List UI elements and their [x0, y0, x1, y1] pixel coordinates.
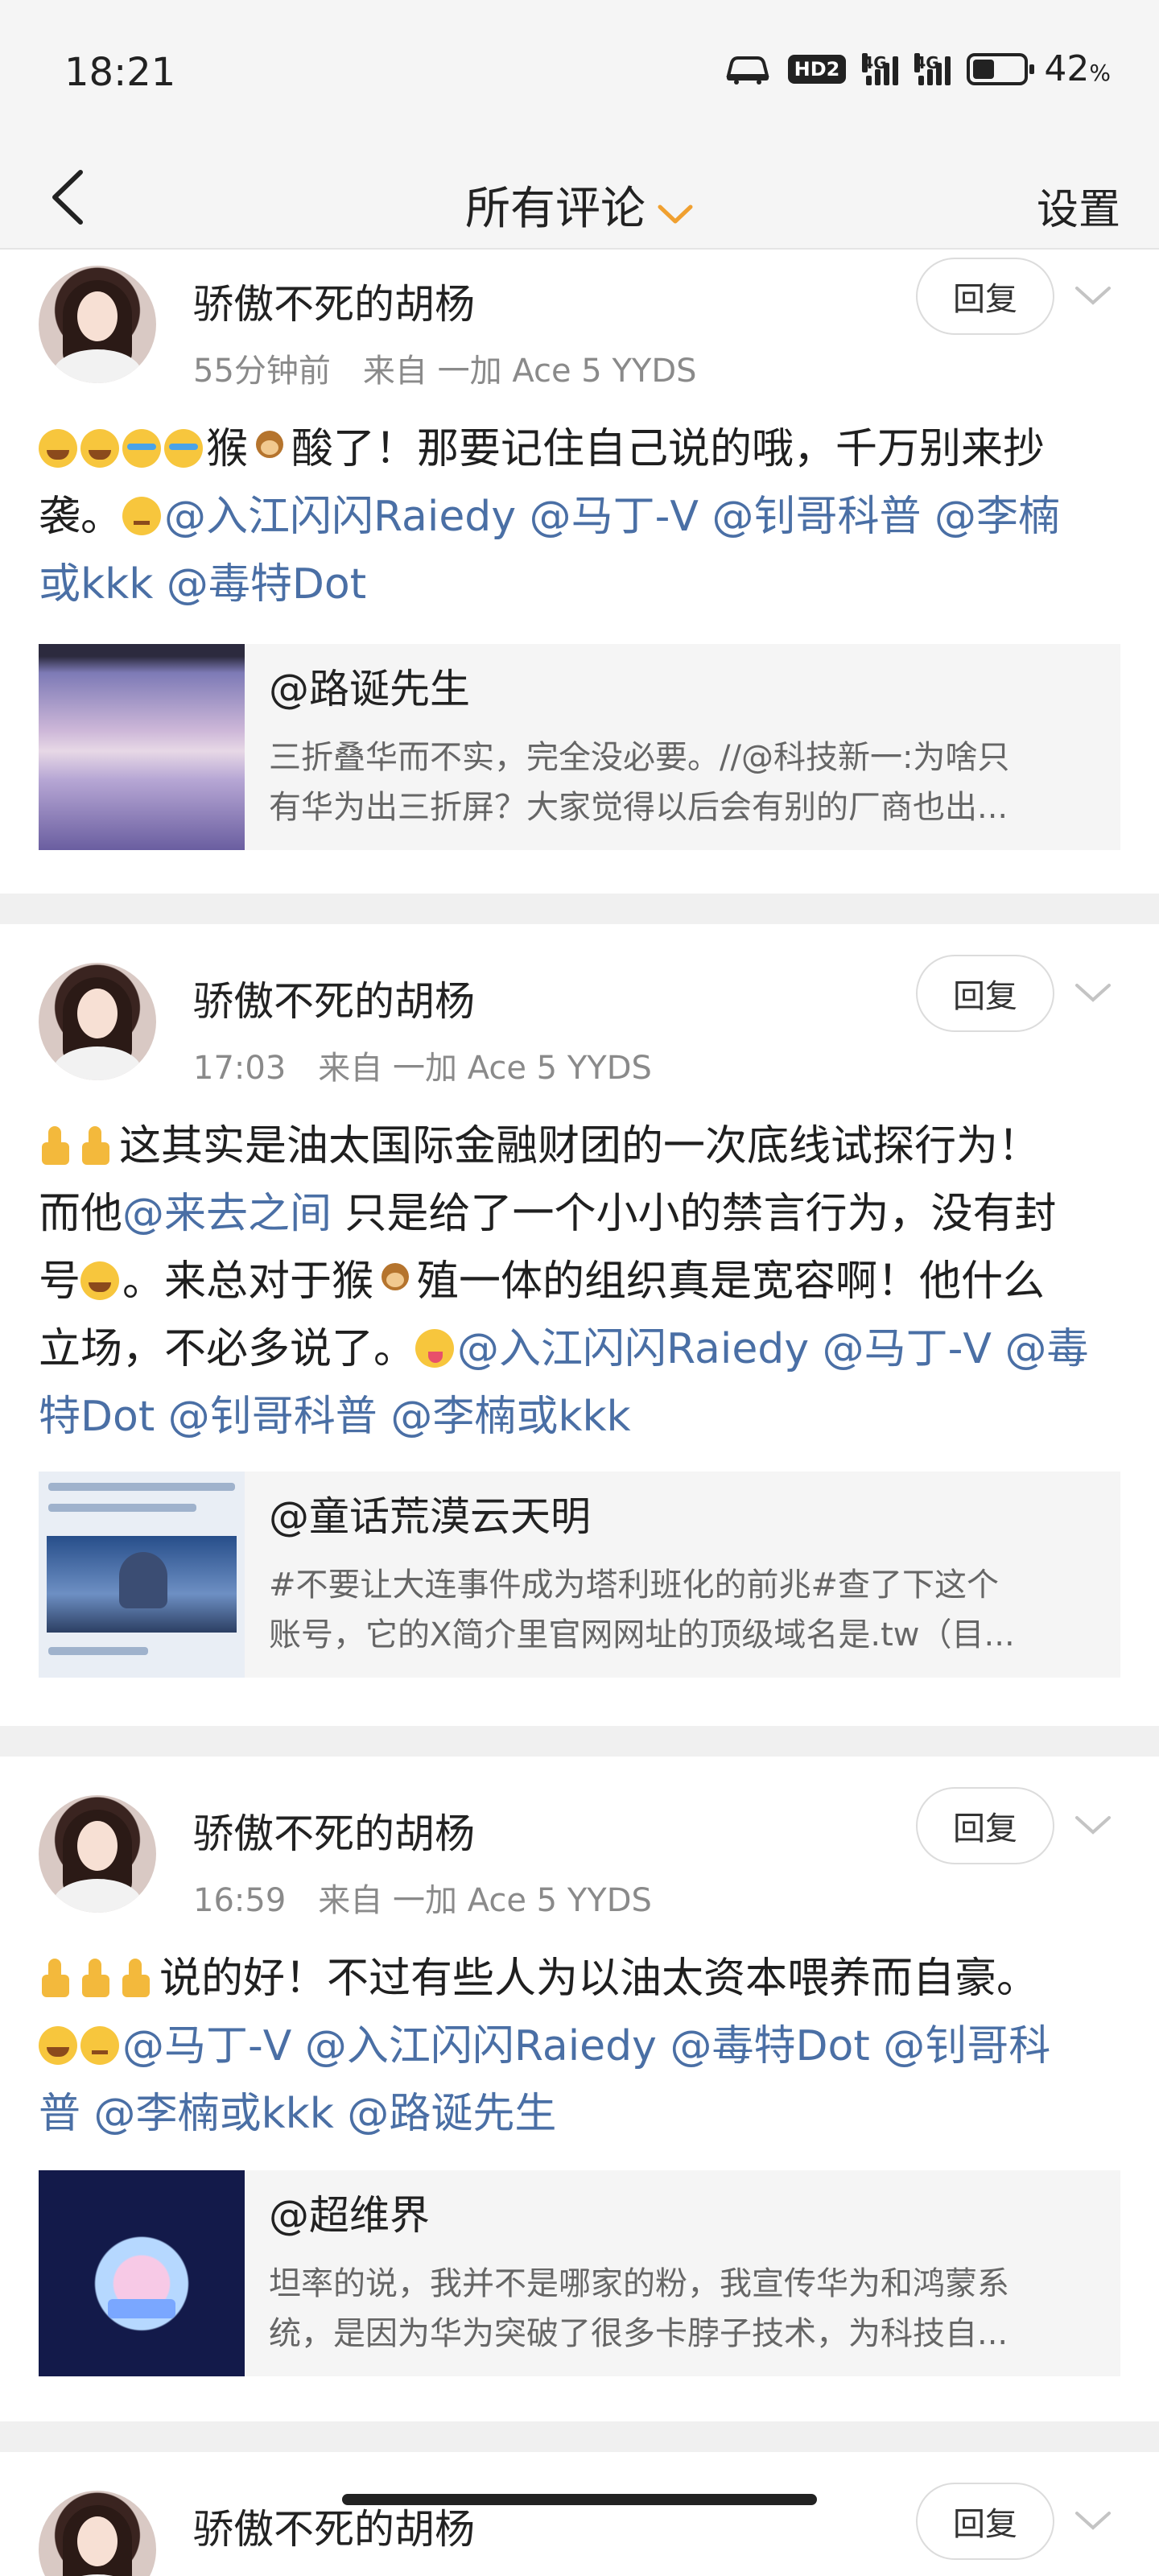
reply-button[interactable]: 回复	[916, 2483, 1054, 2560]
quoted-post-thumbnail	[39, 1472, 245, 1678]
monkey-emoji-icon	[375, 1260, 415, 1300]
grin-emoji-icon	[39, 2026, 77, 2065]
grin-emoji-icon	[39, 429, 77, 468]
mention-link[interactable]: @钊哥科普	[168, 1393, 377, 1441]
signal-label: 4G	[862, 52, 887, 72]
page-title: 所有评论	[465, 183, 645, 235]
author-name[interactable]: 骄傲不死的胡杨	[193, 1802, 475, 1860]
mention-link[interactable]: @入江闪闪Raiedy	[457, 1325, 809, 1373]
thumbs-up-emoji-icon	[79, 1126, 114, 1166]
comment-filter-dropdown[interactable]: 所有评论	[0, 172, 1159, 237]
status-icons: HD2 4G 4G 42%	[724, 48, 1111, 89]
comment-text: 猴酸了！那要记住自己说的哦，千万别来抄 袭。 @入江闪闪Raiedy @马丁-V …	[39, 425, 1061, 609]
mention-link[interactable]: @钊哥科	[883, 2022, 1050, 2070]
quoted-post-card[interactable]: @童话荒漠云天明 #不要让大连事件成为塔利班化的前兆#查了下这个 账号，它的X简…	[39, 1472, 1120, 1678]
mention-link[interactable]: @毒	[1005, 1325, 1089, 1373]
battery-fill	[973, 59, 994, 79]
mention-link-continued[interactable]: 或kkk	[39, 560, 153, 609]
comment-text: 说的好！不过有些人为以油太资本喂养而自豪。 @马丁-V @入江闪闪Raiedy …	[39, 1955, 1051, 2138]
signal-strength-icon-2: 4G	[914, 52, 951, 85]
quoted-post-thumbnail	[39, 644, 245, 850]
quoted-post-text: 坦率的说，我并不是哪家的粉，我宣传华为和鸿蒙系 统，是因为华为突破了很多卡脖子技…	[269, 2265, 1009, 2352]
thumbs-up-emoji-icon	[39, 1126, 74, 1166]
monkey-emoji-icon	[250, 427, 290, 468]
mention-link[interactable]: @来去之间	[122, 1190, 332, 1238]
quoted-post-text: #不要让大连事件成为塔利班化的前兆#查了下这个 账号，它的X简介里官网网址的顶级…	[269, 1567, 1015, 1653]
more-options-chevron-icon[interactable]	[1070, 274, 1116, 319]
battery-icon	[967, 52, 1035, 85]
mention-link[interactable]: @李楠或kkk	[94, 2090, 334, 2138]
quoted-post-card[interactable]: @超维界 坦率的说，我并不是哪家的粉，我宣传华为和鸿蒙系 统，是因为华为突破了很…	[39, 2170, 1120, 2376]
nav-bar: 所有评论 设置	[0, 145, 1159, 250]
comment-card: 骄傲不死的胡杨 55分钟前 来自 一加 Ace 5 YYDS 回复 猴酸了！那要…	[0, 250, 1159, 894]
mention-link[interactable]: @入江闪闪Raiedy	[305, 2022, 657, 2070]
author-name[interactable]: 骄傲不死的胡杨	[193, 969, 475, 1027]
mention-link[interactable]: @马丁-V	[530, 493, 699, 541]
mention-link-continued[interactable]: 普	[39, 2090, 80, 2138]
grin-emoji-icon	[80, 1261, 120, 1300]
mention-link-continued[interactable]: 特Dot	[39, 1393, 155, 1441]
thinking-emoji-icon	[80, 2026, 119, 2065]
mention-link[interactable]: @毒特Dot	[670, 2022, 869, 2070]
reply-button[interactable]: 回复	[916, 955, 1054, 1032]
reply-button[interactable]: 回复	[916, 1787, 1054, 1864]
thumbs-up-emoji-icon	[79, 1959, 114, 1999]
laugh-cry-emoji-icon	[164, 429, 203, 468]
more-options-chevron-icon[interactable]	[1070, 2499, 1116, 2544]
battery-percent: 42%	[1044, 48, 1111, 89]
signal-strength-icon: 4G	[862, 52, 899, 85]
comment-text: 这其实是油太国际金融财团的一次底线试探行为！ 而他@来去之间 只是给了一个小小的…	[39, 1122, 1089, 1441]
mention-link[interactable]: @钊哥科普	[712, 493, 922, 541]
comment-meta: 17:03 来自 一加 Ace 5 YYDS	[193, 1050, 652, 1087]
thumbs-up-emoji-icon	[39, 1959, 74, 1999]
comment-feed: 骄傲不死的胡杨 55分钟前 来自 一加 Ace 5 YYDS 回复 猴酸了！那要…	[0, 250, 1159, 2576]
laugh-cry-emoji-icon	[122, 429, 161, 468]
avatar[interactable]	[39, 2491, 156, 2576]
mention-link[interactable]: @马丁-V	[823, 1325, 992, 1373]
avatar[interactable]	[39, 266, 156, 383]
quoted-post-card[interactable]: @路诞先生 三折叠华而不实，完全没必要。//@科技新一:为啥只 有华为出三折屏？…	[39, 644, 1120, 850]
divider	[0, 1726, 1159, 1757]
thinking-emoji-icon	[122, 497, 162, 535]
quoted-post-author: @童话荒漠云天明	[269, 1493, 591, 1540]
thumbs-up-emoji-icon	[119, 1959, 155, 1999]
quoted-post-thumbnail	[39, 2170, 245, 2376]
reply-button[interactable]: 回复	[916, 258, 1054, 335]
status-bar: 18:21 HD2 4G 4G 42%	[0, 0, 1159, 145]
signal-label-2: 4G	[914, 52, 939, 72]
mention-link[interactable]: @毒特Dot	[167, 560, 366, 609]
grin-emoji-icon	[80, 429, 119, 468]
quoted-post-text: 三折叠华而不实，完全没必要。//@科技新一:为啥只 有华为出三折屏？大家觉得以后…	[269, 739, 1010, 826]
comment-meta: 55分钟前 来自 一加 Ace 5 YYDS	[193, 353, 697, 390]
divider	[0, 2421, 1159, 2452]
hd-voice-badge: HD2	[787, 54, 847, 84]
comment-card: 骄傲不死的胡杨 17:03 来自 一加 Ace 5 YYDS 回复 这其实是油太…	[0, 924, 1159, 1726]
mention-link[interactable]: @马丁-V	[122, 2022, 291, 2070]
quoted-post-author: @路诞先生	[269, 666, 470, 712]
mention-link[interactable]: @路诞先生	[347, 2090, 556, 2138]
chevron-down-icon	[657, 185, 694, 237]
comment-card: 骄傲不死的胡杨 回复	[0, 2452, 1159, 2576]
author-name[interactable]: 骄傲不死的胡杨	[193, 2497, 475, 2555]
home-indicator[interactable]	[342, 2494, 817, 2505]
yum-emoji-icon	[415, 1329, 455, 1368]
quoted-post-author: @超维界	[269, 2192, 430, 2239]
comment-meta: 16:59 来自 一加 Ace 5 YYDS	[193, 1882, 652, 1919]
comment-card: 骄傲不死的胡杨 16:59 来自 一加 Ace 5 YYDS 回复 说的好！不过…	[0, 1757, 1159, 2421]
more-options-chevron-icon[interactable]	[1070, 971, 1116, 1016]
mention-link[interactable]: @李楠	[934, 493, 1060, 541]
author-name[interactable]: 骄傲不死的胡杨	[193, 272, 475, 330]
avatar[interactable]	[39, 1795, 156, 1913]
more-options-chevron-icon[interactable]	[1070, 1803, 1116, 1848]
settings-button[interactable]: 设置	[1037, 175, 1120, 236]
mention-link[interactable]: @入江闪闪Raiedy	[164, 493, 516, 541]
status-time: 18:21	[64, 50, 176, 95]
car-mode-icon	[724, 53, 772, 85]
divider	[0, 894, 1159, 924]
mention-link[interactable]: @李楠或kkk	[390, 1393, 630, 1441]
avatar[interactable]	[39, 963, 156, 1080]
